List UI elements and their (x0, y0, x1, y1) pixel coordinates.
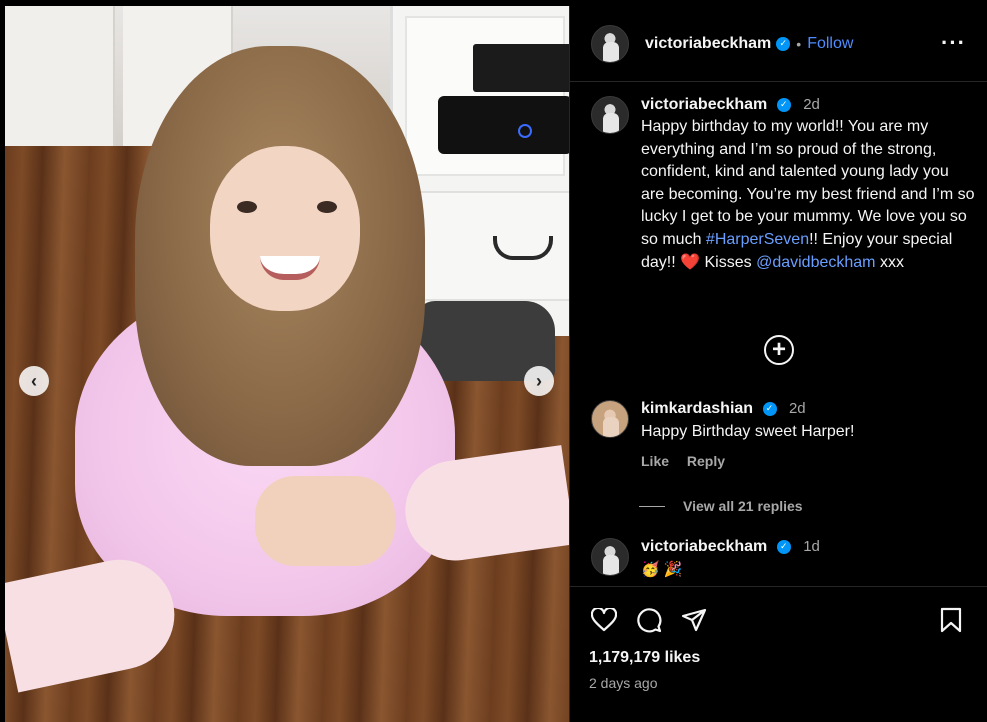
post-actions-bar: 1,179,179 likes 2 days ago (570, 586, 987, 722)
comment-icon[interactable] (634, 605, 664, 635)
like-count[interactable]: 1,179,179 likes (589, 649, 700, 667)
load-more-comments-button[interactable]: + (764, 335, 794, 365)
mention-link[interactable]: @davidbeckham (756, 254, 875, 271)
plus-circle-icon: + (771, 336, 786, 363)
view-replies-label: View all 21 replies (683, 498, 803, 514)
view-replies-button[interactable]: View all 21 replies (639, 498, 803, 514)
post-sidebar: victoriabeckham ✓ • Follow ··· victoriab… (569, 6, 987, 722)
verified-badge-icon: ✓ (776, 36, 791, 51)
photo-hands (255, 476, 395, 566)
comment-item: victoriabeckham ✓ 1d 🥳 🎉 (591, 538, 976, 578)
heart-emoji: ❤️ (680, 253, 701, 271)
caption-text: Happy birthday to my world!! You are my … (641, 118, 975, 271)
carousel-prev-button[interactable]: ‹ (19, 366, 49, 396)
more-options-icon[interactable]: ··· (941, 30, 966, 56)
header-separator: • (796, 35, 802, 52)
replies-divider (639, 505, 665, 507)
verified-badge-icon: ✓ (776, 97, 791, 112)
avatar[interactable] (591, 400, 629, 438)
avatar[interactable] (591, 24, 629, 63)
hashtag-link[interactable]: #HarperSeven (706, 231, 809, 248)
bookmark-icon[interactable] (936, 605, 966, 635)
caption-time[interactable]: 2d (803, 96, 820, 113)
post-header: victoriabeckham ✓ • Follow ··· (570, 6, 987, 82)
verified-badge-icon: ✓ (776, 539, 791, 554)
photo-child-face (210, 146, 360, 311)
comment-like-button[interactable]: Like (641, 453, 669, 469)
comment-text: Happy Birthday sweet Harper! (641, 423, 855, 440)
post-modal: ‹ › victoriabeckham ✓ • Follow ··· victo… (0, 0, 987, 722)
comment-item: kimkardashian ✓ 2d Happy Birthday sweet … (591, 400, 976, 469)
follow-button[interactable]: Follow (807, 35, 853, 53)
chevron-right-icon: › (536, 370, 542, 391)
comment-time[interactable]: 2d (789, 400, 806, 417)
post-caption: victoriabeckham ✓ 2d Happy birthday to m… (591, 96, 976, 274)
verified-badge-icon: ✓ (762, 401, 777, 416)
photo-door (5, 6, 115, 146)
heart-icon[interactable] (589, 605, 619, 635)
chevron-left-icon: ‹ (31, 370, 37, 391)
post-photo[interactable] (5, 6, 569, 722)
avatar[interactable] (591, 538, 629, 576)
share-icon[interactable] (679, 605, 709, 635)
caption-username[interactable]: victoriabeckham (641, 96, 767, 113)
avatar[interactable] (591, 96, 629, 134)
carousel-next-button[interactable]: › (524, 366, 554, 396)
comment-reply-button[interactable]: Reply (687, 453, 725, 469)
comment-username[interactable]: kimkardashian (641, 400, 753, 417)
post-timestamp[interactable]: 2 days ago (589, 675, 658, 691)
comment-username[interactable]: victoriabeckham (641, 538, 767, 555)
header-username[interactable]: victoriabeckham (645, 35, 771, 53)
comment-emojis: 🥳 🎉 (641, 561, 683, 578)
comment-time[interactable]: 1d (803, 538, 820, 555)
